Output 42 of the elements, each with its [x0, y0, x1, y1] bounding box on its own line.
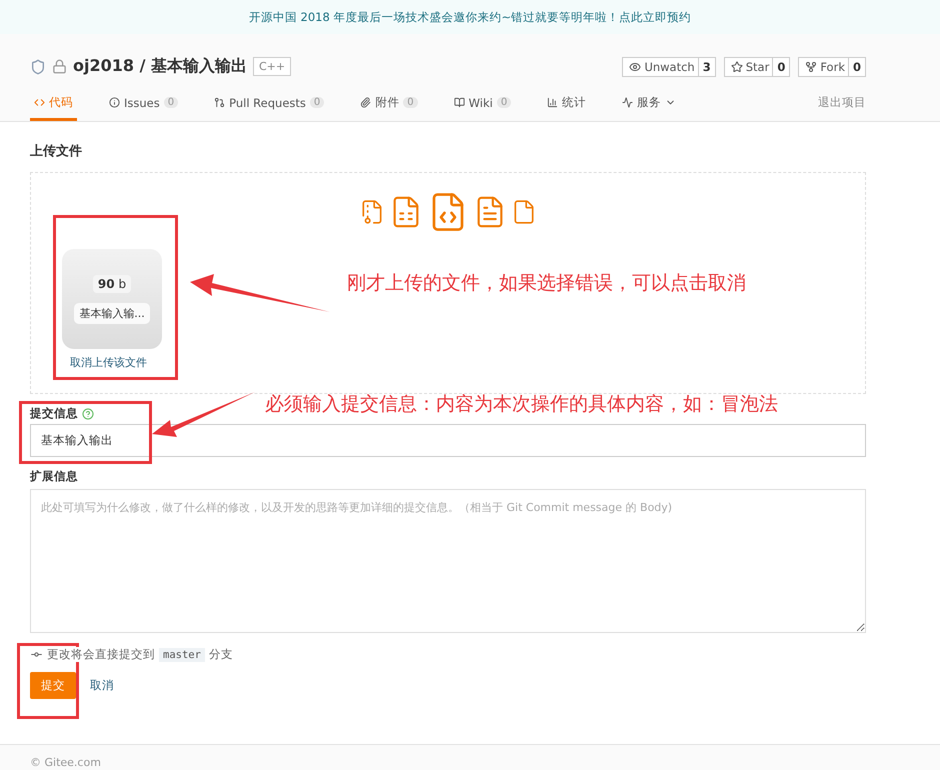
repo-action-button[interactable]: Fork 0: [798, 56, 866, 76]
commit-body-field[interactable]: 此处可填写为什么修改，做了什么样的修改，以及开发的思路等更加详细的提交信息。（相当于 Git Commit message 的 Body): [30, 489, 866, 633]
book-icon: [454, 97, 465, 108]
field-label: 提交信息: [30, 406, 78, 421]
count-badge: 0: [496, 97, 512, 108]
fork-icon: [805, 60, 818, 72]
file-size: 90 b: [92, 274, 132, 292]
nav-tab[interactable]: Pull Requests 0: [210, 92, 328, 120]
branch-name: master: [159, 648, 205, 662]
activity-icon: [622, 97, 634, 108]
repo-action-button[interactable]: Unwatch 3: [622, 56, 716, 76]
footer-text: © Gitee.com: [30, 756, 101, 769]
commit-message-field[interactable]: 基本输入输出: [30, 424, 866, 457]
annotation-text: 刚才上传的文件，如果选择错误，可以点击取消: [347, 271, 746, 296]
count-badge: 0: [403, 97, 418, 108]
repo-title: oj2018 / 基本输入输出: [73, 56, 247, 77]
remove-file-link[interactable]: 取消上传该文件: [70, 355, 865, 370]
info-icon: [109, 97, 120, 108]
eye-icon: [629, 60, 642, 72]
field-label: 扩展信息: [30, 469, 78, 484]
section-title: 上传文件: [30, 142, 83, 160]
nav-tab[interactable]: 附件 0: [356, 91, 422, 121]
repo-action-button[interactable]: Star 0: [724, 56, 790, 76]
nav-tab[interactable]: 统计: [543, 91, 590, 121]
cancel-link[interactable]: 取消: [90, 678, 114, 693]
count-badge: 0: [164, 97, 178, 108]
count-badge: 0: [310, 97, 324, 108]
help-icon[interactable]: [82, 408, 94, 420]
shield-icon: [30, 58, 46, 74]
paperclip-icon: [360, 97, 372, 108]
nav-tab[interactable]: Issues 0: [105, 92, 182, 120]
nav-tab[interactable]: Wiki 0: [450, 92, 516, 120]
language-tag: C++: [253, 57, 292, 76]
nav-tab[interactable]: 服务: [618, 91, 680, 121]
pull-request-icon: [214, 97, 226, 108]
branch-note: 分支: [208, 647, 233, 662]
file-name: 基本输入输...: [74, 302, 150, 324]
code-icon: [34, 97, 45, 108]
branch-note: 更改将会直接提交到: [47, 647, 155, 662]
star-icon: [730, 60, 743, 72]
annotation-text: 必须输入提交信息：内容为本次操作的具体内容，如：冒泡法: [265, 392, 778, 417]
bar-chart-icon: [547, 97, 558, 108]
